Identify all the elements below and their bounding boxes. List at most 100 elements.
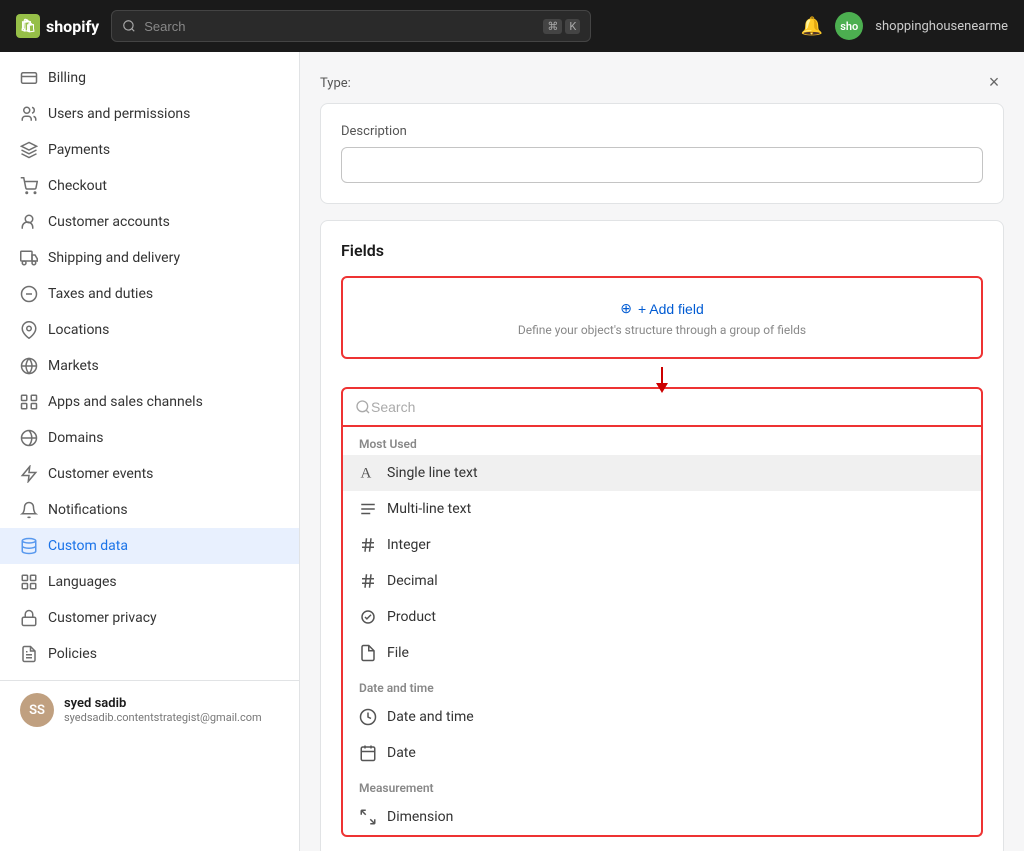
dropdown-item-label: Multi-line text — [387, 501, 471, 517]
dropdown-item-date[interactable]: Date — [343, 735, 981, 771]
sidebar-item-label: Payments — [48, 142, 110, 158]
user-profile: SS syed sadib syedsadib.contentstrategis… — [0, 680, 299, 739]
shopify-bag-icon: 🛍 — [16, 14, 40, 38]
field-search-icon — [355, 399, 371, 415]
sidebar-item-label: Checkout — [48, 178, 107, 194]
sidebar-item-label: Taxes and duties — [48, 286, 153, 302]
user-avatar: SS — [20, 693, 54, 727]
dropdown-item-decimal[interactable]: Decimal — [343, 563, 981, 599]
user-avatar-text: SS — [29, 703, 45, 718]
content-area: × Type: Description Fields ⊕ + Add field… — [300, 52, 1024, 851]
sidebar-item-label: Domains — [48, 430, 103, 446]
measurement-section-label: Measurement — [343, 771, 981, 799]
product-icon — [359, 608, 377, 626]
dropdown-item-label: File — [387, 645, 409, 661]
sidebar-item-label: Users and permissions — [48, 106, 190, 122]
sidebar-item-shipping[interactable]: Shipping and delivery — [0, 240, 299, 276]
sidebar-item-label: Locations — [48, 322, 109, 338]
k-key: K — [565, 19, 580, 34]
global-search-bar[interactable]: ⌘ K — [111, 10, 591, 42]
dropdown-item-file[interactable]: File — [343, 635, 981, 671]
add-field-plus-icon: ⊕ — [620, 300, 632, 317]
customer-events-icon — [20, 465, 38, 483]
dropdown-item-label: Product — [387, 609, 436, 625]
topnav-right-actions: 🔔 sho shoppinghousenearme — [801, 12, 1008, 40]
sidebar-item-customer-accounts[interactable]: Customer accounts — [0, 204, 299, 240]
decimal-hash-icon — [359, 572, 377, 590]
description-label: Description — [341, 124, 983, 139]
customer-accounts-icon — [20, 213, 38, 231]
dropdown-item-label: Dimension — [387, 809, 453, 825]
locations-icon — [20, 321, 38, 339]
field-search-input[interactable] — [371, 399, 969, 415]
sidebar-item-label: Shipping and delivery — [48, 250, 180, 266]
shopify-logo: 🛍 shopify — [16, 14, 99, 38]
customer-privacy-icon — [20, 609, 38, 627]
dropdown-item-integer[interactable]: Integer — [343, 527, 981, 563]
sidebar-item-locations[interactable]: Locations — [0, 312, 299, 348]
search-input[interactable] — [144, 19, 535, 34]
sidebar-item-billing[interactable]: Billing — [0, 60, 299, 96]
custom-data-icon — [20, 537, 38, 555]
dropdown-item-dimension[interactable]: Dimension — [343, 799, 981, 835]
sidebar-item-policies[interactable]: Policies — [0, 636, 299, 672]
dropdown-item-single-line-text[interactable]: A Single line text — [343, 455, 981, 491]
main-layout: Billing Users and permissions Payments C… — [0, 52, 1024, 851]
sidebar-item-domains[interactable]: Domains — [0, 420, 299, 456]
user-name: syed sadib — [64, 696, 262, 711]
add-field-hint: Define your object's structure through a… — [363, 323, 961, 337]
users-icon — [20, 105, 38, 123]
field-type-dropdown: Most Used A Single line text Multi-line … — [341, 427, 983, 837]
sidebar-item-customer-privacy[interactable]: Customer privacy — [0, 600, 299, 636]
type-row: Type: — [320, 72, 1004, 91]
dropdown-item-product[interactable]: Product — [343, 599, 981, 635]
sidebar-item-label: Apps and sales channels — [48, 394, 203, 410]
payments-icon — [20, 141, 38, 159]
domains-icon — [20, 429, 38, 447]
sidebar-item-apps[interactable]: Apps and sales channels — [0, 384, 299, 420]
sidebar-item-languages[interactable]: Languages — [0, 564, 299, 600]
sidebar-item-label: Custom data — [48, 538, 128, 554]
add-field-container: ⊕ + Add field Define your object's struc… — [341, 276, 983, 359]
sidebar-item-markets[interactable]: Markets — [0, 348, 299, 384]
dropdown-item-date-and-time[interactable]: Date and time — [343, 699, 981, 735]
taxes-icon — [20, 285, 38, 303]
user-info: syed sadib syedsadib.contentstrategist@g… — [64, 696, 262, 724]
text-a-icon: A — [359, 464, 377, 482]
sidebar-item-checkout[interactable]: Checkout — [0, 168, 299, 204]
sidebar-item-customer-events[interactable]: Customer events — [0, 456, 299, 492]
search-icon — [122, 19, 136, 33]
shipping-icon — [20, 249, 38, 267]
description-input[interactable] — [341, 147, 983, 183]
fields-heading: Fields — [341, 241, 983, 260]
close-button[interactable]: × — [980, 68, 1008, 96]
red-arrow-icon — [652, 367, 672, 395]
clock-icon — [359, 708, 377, 726]
calendar-icon — [359, 744, 377, 762]
sidebar: Billing Users and permissions Payments C… — [0, 52, 300, 851]
sidebar-item-notifications[interactable]: Notifications — [0, 492, 299, 528]
svg-text:A: A — [361, 466, 372, 482]
date-time-section-label: Date and time — [343, 671, 981, 699]
multiline-text-icon — [359, 500, 377, 518]
arrow-down-indicator — [341, 367, 983, 395]
apps-icon — [20, 393, 38, 411]
dropdown-item-multi-line-text[interactable]: Multi-line text — [343, 491, 981, 527]
sidebar-item-custom-data[interactable]: Custom data — [0, 528, 299, 564]
sidebar-item-users[interactable]: Users and permissions — [0, 96, 299, 132]
sidebar-item-label: Markets — [48, 358, 99, 374]
sidebar-item-payments[interactable]: Payments — [0, 132, 299, 168]
add-field-button[interactable]: ⊕ + Add field — [620, 300, 704, 317]
notifications-bell-icon[interactable]: 🔔 — [801, 16, 823, 37]
type-label: Type: — [320, 76, 351, 91]
add-field-label: + Add field — [638, 301, 704, 317]
dropdown-item-label: Date and time — [387, 709, 474, 725]
sidebar-item-label: Customer events — [48, 466, 153, 482]
sidebar-item-label: Customer accounts — [48, 214, 170, 230]
dimension-icon — [359, 808, 377, 826]
sidebar-item-label: Billing — [48, 70, 86, 86]
description-card: Description — [320, 103, 1004, 204]
top-navigation: 🛍 shopify ⌘ K 🔔 sho shoppinghousenearme — [0, 0, 1024, 52]
fields-card: Fields ⊕ + Add field Define your object'… — [320, 220, 1004, 851]
sidebar-item-taxes[interactable]: Taxes and duties — [0, 276, 299, 312]
